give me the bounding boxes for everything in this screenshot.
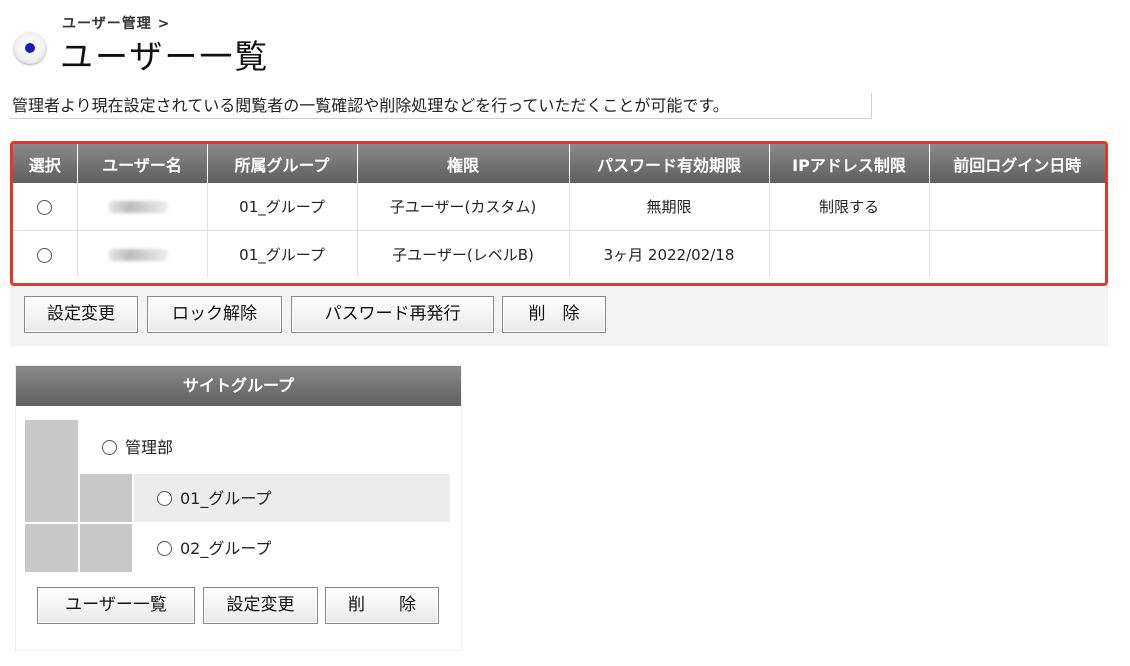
page-title: ユーザー一覧 [60, 37, 270, 76]
delete-button[interactable]: 削 除 [502, 296, 606, 333]
group-item-01[interactable]: 01_グループ [157, 489, 271, 509]
column-header-last-login: 前回ログイン日時 [929, 144, 1105, 183]
select-cell [13, 230, 78, 278]
group-delete-button[interactable]: 削 除 [325, 587, 439, 624]
username-cell [77, 230, 208, 278]
column-header-group: 所属グループ [207, 144, 358, 183]
table-header-row: 選択 ユーザー名 所属グループ 権限 パスワード有効期限 IPアドレス制限 前回… [13, 144, 1105, 183]
tree-indent-cell [80, 524, 132, 572]
password-expiry-cell: 無期限 [569, 183, 770, 231]
column-header-ip-restriction: IPアドレス制限 [769, 144, 930, 183]
group-cell: 01_グループ [207, 183, 358, 231]
site-group-title: サイトグループ [16, 366, 461, 406]
last-login-cell [929, 183, 1105, 231]
group-label: 管理部 [125, 438, 174, 457]
table-row: 01_グループ 子ユーザー(レベルB) 3ヶ月 2022/02/18 [13, 230, 1105, 278]
group-item-admin[interactable]: 管理部 [102, 438, 173, 458]
blurred-username [108, 201, 168, 213]
unlock-button[interactable]: ロック解除 [147, 296, 282, 333]
group-cell: 01_グループ [207, 230, 358, 278]
user-table-highlight: 選択 ユーザー名 所属グループ 権限 パスワード有効期限 IPアドレス制限 前回… [10, 141, 1108, 286]
tree-indent-cell [25, 474, 78, 522]
column-header-permission: 権限 [357, 144, 570, 183]
column-header-username: ユーザー名 [77, 144, 208, 183]
change-settings-button[interactable]: 設定変更 [24, 296, 138, 333]
reissue-password-button[interactable]: パスワード再発行 [291, 296, 494, 333]
group-radio[interactable] [157, 541, 172, 556]
password-expiry-cell: 3ヶ月 2022/02/18 [569, 230, 770, 278]
group-radio[interactable] [102, 440, 117, 455]
permission-cell: 子ユーザー(カスタム) [357, 183, 570, 231]
tree-indent-cell [25, 524, 78, 572]
select-cell [13, 183, 78, 231]
ip-restriction-cell [769, 230, 930, 278]
group-label: 02_グループ [180, 539, 272, 558]
tree-indent-cell [80, 474, 132, 522]
ip-restriction-cell: 制限する [769, 183, 930, 231]
group-label: 01_グループ [180, 489, 272, 508]
group-radio[interactable] [157, 491, 172, 506]
blurred-username [108, 249, 168, 261]
title-bullet-icon [14, 32, 46, 64]
table-row: 01_グループ 子ユーザー(カスタム) 無期限 制限する [13, 183, 1105, 231]
user-table: 選択 ユーザー名 所属グループ 権限 パスワード有効期限 IPアドレス制限 前回… [13, 144, 1105, 278]
group-change-settings-button[interactable]: 設定変更 [203, 587, 318, 624]
site-group-panel: サイトグループ 管理部 01_グループ 02_グループ ユーザー一覧 設定変更 … [16, 366, 461, 650]
group-item-02[interactable]: 02_グループ [157, 539, 271, 559]
username-cell [77, 183, 208, 231]
permission-cell: 子ユーザー(レベルB) [357, 230, 570, 278]
page-description: 管理者より現在設定されている閲覧者の一覧確認や削除処理などを行っていただくことが… [10, 93, 872, 119]
user-list-panel: 選択 ユーザー名 所属グループ 権限 パスワード有効期限 IPアドレス制限 前回… [10, 141, 1108, 346]
user-select-radio[interactable] [37, 199, 53, 215]
column-header-password-expiry: パスワード有効期限 [569, 144, 770, 183]
user-list-button[interactable]: ユーザー一覧 [37, 587, 195, 624]
user-select-radio[interactable] [37, 247, 53, 263]
column-header-select: 選択 [13, 144, 78, 183]
tree-indent-cell [25, 420, 78, 474]
last-login-cell [929, 230, 1105, 278]
